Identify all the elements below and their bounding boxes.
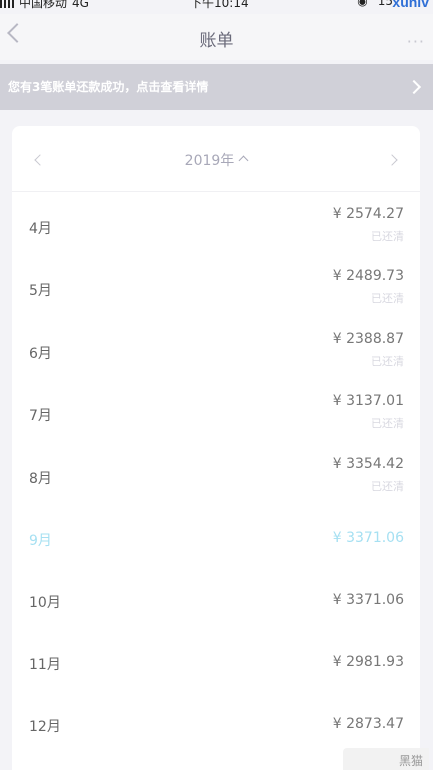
bill-status: 已还清 [371,230,404,243]
status-right: ◉ 15 [357,0,393,8]
bill-status: 已还清 [371,292,404,305]
bill-amount: ¥ 3354.42 [332,456,404,472]
nav-bar: 账单 ··· [0,14,433,60]
bill-amount: ¥ 3371.06 [332,530,404,546]
year-selector: 2019年 [12,126,420,192]
bill-amount: ¥ 2489.73 [332,268,404,284]
bill-month: 8月 [29,471,52,487]
status-time: 下午10:14 [190,0,249,10]
bill-amount: ¥ 2873.47 [332,716,404,732]
bill-status: 已还清 [371,417,404,430]
status-bar: 中国移动 4G 下午10:14 ◉ 15 xunlv [0,0,433,10]
more-icon[interactable]: ··· [407,32,425,51]
battery-label: 15 [377,0,393,8]
bill-amount: ¥ 2981.93 [332,654,404,670]
bill-amount: ¥ 3371.06 [332,592,404,608]
bill-row-august[interactable]: 8月 ¥ 3354.42 已还清 [12,446,420,508]
page-title: 账单 [199,31,234,51]
bill-month: 7月 [29,408,52,424]
bill-row-may[interactable]: 5月 ¥ 2489.73 已还清 [12,258,420,320]
notice-text: 您有3笔账单还款成功，点击查看详情 [8,80,209,94]
bill-row-november[interactable]: 11月 ¥ 2981.93 [12,632,420,694]
network-label: 4G [72,0,89,10]
bill-row-july[interactable]: 7月 ¥ 3137.01 已还清 [12,383,420,445]
bill-amount: ¥ 2574.27 [332,206,404,222]
bill-month: 4月 [29,221,52,237]
bill-month: 5月 [29,283,52,299]
chevron-right-icon [406,79,422,95]
bill-month: 10月 [29,595,61,611]
year-label: 2019年 [184,153,235,169]
bill-row-june[interactable]: 6月 ¥ 2388.87 已还清 [12,321,420,383]
bill-month: 12月 [29,719,61,735]
bill-row-december[interactable]: 12月 ¥ 2873.47 [12,694,420,756]
bill-month: 11月 [29,657,61,673]
chevron-up-icon [238,155,249,166]
status-left: 中国移动 4G [0,0,89,11]
year-dropdown[interactable]: 2019年 [12,150,420,170]
bill-row-april[interactable]: 4月 ¥ 2574.27 已还清 [12,196,420,258]
bill-card: 2019年 4月 ¥ 2574.27 已还清 5月 ¥ 2489.73 已还清 … [12,126,420,770]
corner-watermark: 黑猫 [343,748,429,770]
repayment-notice-banner[interactable]: 您有3笔账单还款成功，点击查看详情 [0,64,433,110]
bill-row-october[interactable]: 10月 ¥ 3371.06 [12,570,420,632]
bill-amount: ¥ 3137.01 [332,393,404,409]
watermark-logo: xunlv [392,0,429,10]
bill-month: 6月 [29,346,52,362]
bill-month: 9月 [29,533,52,549]
carrier-label: 中国移动 [19,0,68,10]
location-icon: ◉ [357,0,368,8]
bill-status: 已还清 [371,355,404,368]
signal-icon [0,0,14,8]
bill-amount: ¥ 2388.87 [332,331,404,347]
bill-status: 已还清 [371,480,404,493]
bill-row-september[interactable]: 9月 ¥ 3371.06 [12,508,420,570]
